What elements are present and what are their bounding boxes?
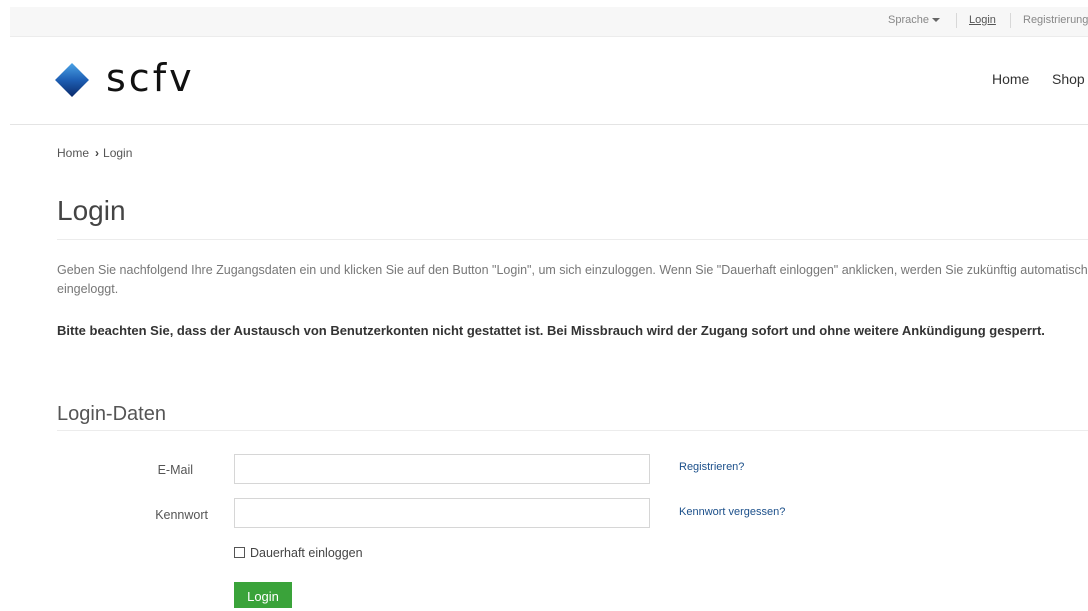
nav-shop[interactable]: Shop <box>1052 71 1085 87</box>
topbar-login-link[interactable]: Login <box>969 14 996 26</box>
remember-label[interactable]: Dauerhaft einloggen <box>250 546 363 560</box>
intro-text: Geben Sie nachfolgend Ihre Zugangsdaten … <box>57 263 1088 296</box>
breadcrumb-home[interactable]: Home <box>57 146 89 160</box>
logo-text[interactable]: scfv <box>106 56 195 100</box>
language-dropdown[interactable]: Sprache <box>888 14 940 26</box>
page-title: Login <box>57 195 126 226</box>
top-utility-bar: Sprache Login Registrierung <box>10 7 1088 37</box>
title-divider <box>57 239 1088 240</box>
password-label: Kennwort <box>155 508 208 522</box>
warning-text: Bitte beachten Sie, dass der Austausch v… <box>57 323 1045 338</box>
site-header: scfv Home Shop <box>10 37 1088 125</box>
login-button[interactable]: Login <box>234 582 292 608</box>
topbar-register-link[interactable]: Registrierung <box>1023 14 1088 26</box>
section-divider <box>57 430 1088 431</box>
email-label: E-Mail <box>157 463 193 477</box>
caret-down-icon <box>931 18 940 23</box>
logo-diamond-icon[interactable] <box>55 63 89 97</box>
email-field[interactable] <box>234 454 650 484</box>
forgot-password-link[interactable]: Kennwort vergessen? <box>679 506 785 518</box>
password-field[interactable] <box>234 498 650 528</box>
remember-row[interactable]: Dauerhaft einloggen <box>234 546 363 560</box>
chevron-right-icon: › <box>95 146 100 160</box>
breadcrumb: Home › Login <box>57 146 132 160</box>
divider <box>956 13 957 28</box>
language-dropdown-label: Sprache <box>888 14 929 26</box>
nav-home[interactable]: Home <box>992 71 1029 87</box>
register-link[interactable]: Registrieren? <box>679 461 744 473</box>
section-title: Login-Daten <box>57 403 166 425</box>
breadcrumb-current: Login <box>103 146 133 160</box>
remember-checkbox[interactable] <box>234 547 245 558</box>
divider <box>1010 13 1011 28</box>
